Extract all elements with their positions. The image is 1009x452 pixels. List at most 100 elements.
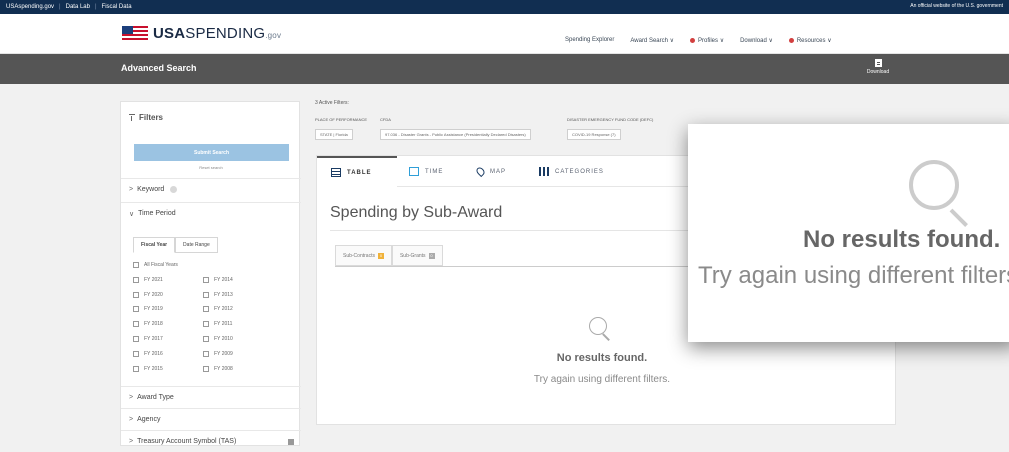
tab-date-range[interactable]: Date Range	[175, 237, 218, 253]
reset-search-link[interactable]: Reset search	[121, 165, 301, 170]
time-period-tabs: Fiscal Year Date Range	[133, 237, 218, 253]
divider	[335, 266, 705, 267]
checkbox[interactable]	[133, 277, 139, 283]
topbar-link-fiscal-data[interactable]: Fiscal Data	[102, 4, 132, 10]
topbar-link-data-lab[interactable]: Data Lab	[66, 4, 90, 10]
chevron-down-icon: ∨	[129, 210, 135, 218]
nav-profiles[interactable]: Profiles ∨	[690, 37, 724, 44]
count-badge: 0	[428, 252, 435, 259]
bar-chart-icon	[539, 167, 549, 176]
info-icon[interactable]	[288, 439, 294, 445]
zoom-empty-subtitle: Try again using different filters.	[698, 262, 1009, 289]
active-filters-count: 3 Active Filters:	[315, 100, 349, 106]
filter-chip-defc[interactable]: COVID-19 Response (7)	[567, 129, 621, 140]
checkbox[interactable]	[203, 321, 209, 327]
tab-time[interactable]: TIME	[409, 156, 443, 187]
map-pin-icon	[474, 165, 487, 178]
checkbox[interactable]	[203, 351, 209, 357]
official-topbar: USAspending.gov | Data Lab | Fiscal Data…	[0, 0, 1009, 14]
zoom-callout: No results found. Try again using differ…	[688, 124, 1009, 342]
checkbox-fy[interactable]: FY 2019	[133, 306, 163, 312]
topbar-separator: |	[59, 4, 61, 10]
logo-text: USASPENDING.gov	[153, 25, 282, 42]
filter-chip-place[interactable]: STATE | Florida	[315, 129, 353, 140]
filter-section-agency[interactable]: > Agency	[121, 408, 301, 430]
chevron-right-icon: >	[129, 394, 134, 401]
filters-sidebar: Filters Submit Search Reset search > Key…	[120, 101, 301, 446]
checkbox[interactable]	[133, 306, 139, 312]
nav-spending-explorer[interactable]: Spending Explorer	[565, 37, 614, 44]
filter-section-award-type[interactable]: > Award Type	[121, 386, 301, 408]
tab-map[interactable]: MAP	[474, 156, 506, 187]
filters-heading: Filters	[129, 113, 163, 122]
tab-table[interactable]: TABLE	[317, 156, 397, 187]
filter-group-label: PLACE OF PERFORMANCE	[315, 117, 368, 122]
checkbox[interactable]	[203, 292, 209, 298]
filter-section-tas[interactable]: > Treasury Account Symbol (TAS)	[121, 430, 301, 452]
table-icon	[331, 168, 341, 177]
checkbox-all-fiscal-years[interactable]: All Fiscal Years	[133, 262, 178, 268]
divider	[330, 230, 690, 231]
official-site-text[interactable]: An official website of the U.S. governme…	[910, 3, 1003, 9]
checkbox[interactable]	[203, 366, 209, 372]
chevron-right-icon: >	[129, 416, 134, 423]
checkbox-fy[interactable]: FY 2011	[203, 321, 232, 327]
checkbox[interactable]	[133, 336, 139, 342]
flag-icon	[122, 26, 148, 41]
chevron-right-icon: >	[129, 438, 134, 445]
empty-state-subtitle: Try again using different filters.	[533, 374, 671, 385]
nav-download[interactable]: Download ∨	[740, 37, 773, 44]
section-title: Spending by Sub-Award	[330, 204, 503, 221]
topbar-link-usaspending[interactable]: USAspending.gov	[6, 4, 54, 10]
checkbox[interactable]	[133, 292, 139, 298]
checkbox-fy[interactable]: FY 2016	[133, 351, 163, 357]
red-dot-icon	[788, 37, 794, 43]
checkbox[interactable]	[133, 366, 139, 372]
filter-section-keyword[interactable]: > Keyword	[121, 178, 301, 200]
empty-state-title: No results found.	[556, 352, 648, 364]
checkbox-fy[interactable]: FY 2014	[203, 277, 233, 283]
filter-group-label: DISASTER EMERGENCY FUND CODE (DEFC)	[567, 117, 654, 122]
checkbox-fy[interactable]: FY 2012	[203, 306, 233, 312]
nav-award-search[interactable]: Award Search ∨	[630, 37, 674, 44]
topbar-separator: |	[94, 4, 97, 10]
checkbox-fy[interactable]: FY 2018	[133, 321, 163, 327]
checkbox-fy[interactable]: FY 2010	[203, 336, 233, 342]
checkbox[interactable]	[133, 351, 139, 357]
main-nav: Spending Explorer Award Search ∨ Profile…	[565, 37, 832, 44]
checkbox[interactable]	[203, 336, 209, 342]
filter-icon	[129, 114, 135, 121]
checkbox-fy[interactable]: FY 2013	[203, 292, 233, 298]
tab-fiscal-year[interactable]: Fiscal Year	[133, 237, 176, 253]
submit-search-button[interactable]: Submit Search	[134, 144, 289, 161]
checkbox[interactable]	[203, 277, 209, 283]
checkbox-fy[interactable]: FY 2020	[133, 292, 163, 298]
nav-resources[interactable]: Resources ∨	[788, 37, 832, 44]
award-sub-tabs: Sub-Contracts 0 Sub-Grants 0	[335, 245, 443, 266]
site-logo[interactable]: USASPENDING.gov	[122, 25, 281, 42]
page-title: Advanced Search	[121, 63, 197, 73]
zoom-empty-title: No results found.	[803, 226, 1001, 253]
count-badge: 0	[377, 252, 384, 259]
info-icon[interactable]	[170, 186, 178, 193]
filter-chip-cfda[interactable]: 97.036 - Disaster Grants - Public Assist…	[380, 129, 531, 140]
filter-section-time-period[interactable]: ∨ Time Period	[121, 202, 301, 224]
checkbox-fy[interactable]: FY 2021	[133, 277, 163, 283]
tab-categories[interactable]: CATEGORIES	[539, 156, 604, 187]
calendar-icon	[409, 167, 419, 176]
document-icon	[874, 59, 882, 67]
checkbox[interactable]	[133, 321, 139, 327]
magnifier-icon	[909, 160, 959, 210]
checkbox-fy[interactable]: FY 2009	[203, 351, 233, 357]
tab-sub-grants[interactable]: Sub-Grants 0	[391, 245, 443, 266]
site-header: USASPENDING.gov Spending Explorer Award …	[0, 14, 1009, 54]
red-dot-icon	[690, 37, 696, 43]
download-button[interactable]: Download	[860, 59, 896, 75]
checkbox-fy[interactable]: FY 2017	[133, 336, 163, 342]
filter-group-label: CFDA	[380, 117, 391, 122]
checkbox-fy[interactable]: FY 2015	[133, 366, 163, 372]
checkbox-fy[interactable]: FY 2008	[203, 366, 233, 372]
checkbox[interactable]	[133, 262, 139, 268]
checkbox[interactable]	[203, 306, 209, 312]
tab-sub-contracts[interactable]: Sub-Contracts 0	[335, 245, 392, 266]
